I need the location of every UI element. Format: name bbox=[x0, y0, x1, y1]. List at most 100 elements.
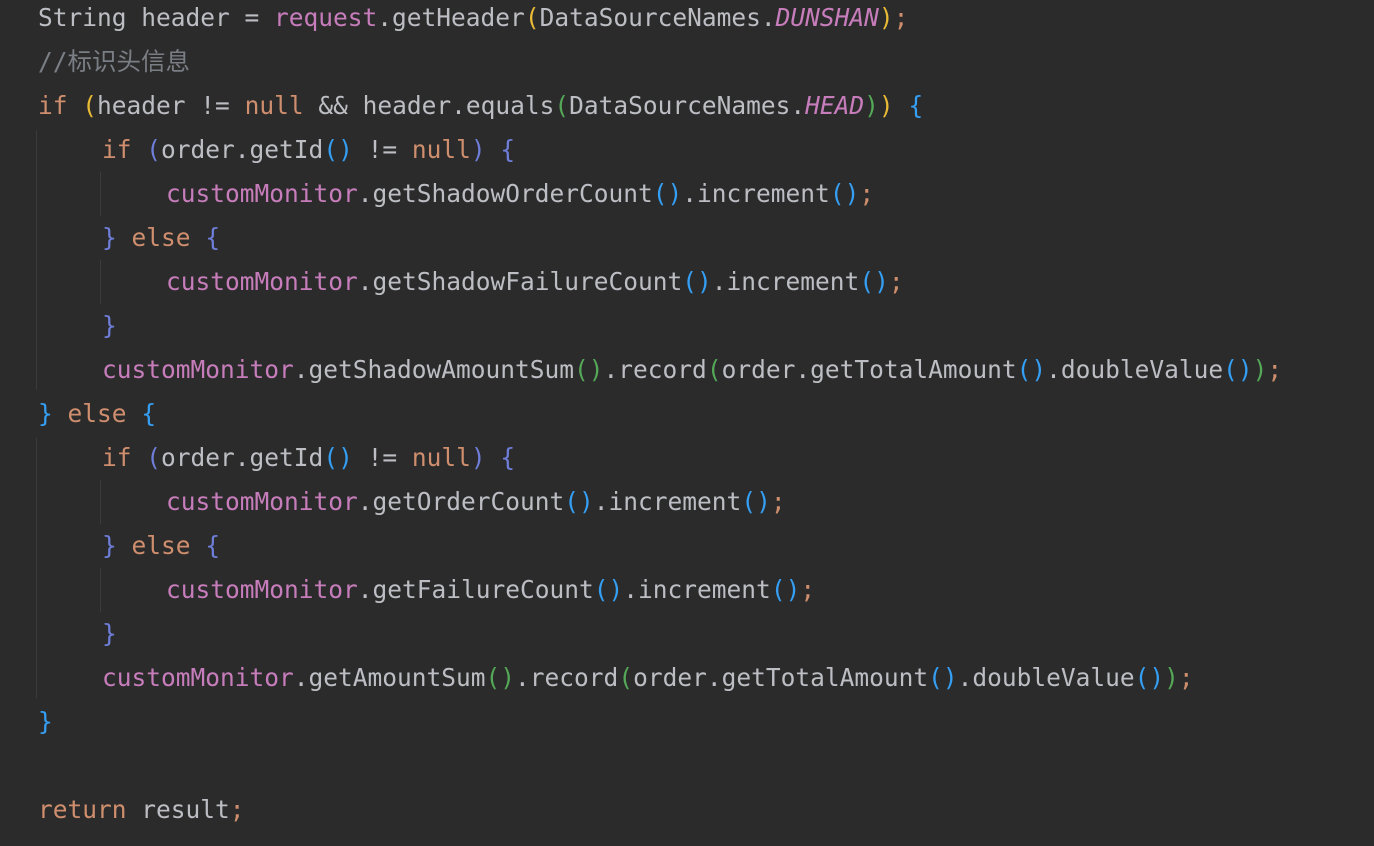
code-token: ; bbox=[893, 3, 909, 32]
code-token: DataSourceNames. bbox=[569, 91, 806, 120]
code-token: () bbox=[770, 575, 801, 604]
code-token: ) bbox=[470, 443, 486, 472]
code-token: customMonitor bbox=[166, 487, 358, 516]
code-token: String bbox=[38, 3, 127, 32]
code-line[interactable]: customMonitor.getOrderCount().increment(… bbox=[166, 484, 786, 528]
code-token: ; bbox=[1267, 355, 1283, 384]
code-token: result bbox=[126, 795, 230, 824]
code-token: && header.equals bbox=[303, 91, 555, 120]
code-token: .getAmountSum bbox=[293, 663, 486, 692]
code-line[interactable]: customMonitor.getShadowAmountSum().recor… bbox=[102, 352, 1282, 396]
code-token: .increment bbox=[623, 575, 771, 604]
code-token: != bbox=[352, 443, 412, 472]
code-token: order.getId bbox=[161, 135, 324, 164]
code-token: .getHeader bbox=[377, 3, 525, 32]
code-editor[interactable]: String header = request.getHeader(DataSo… bbox=[0, 0, 1374, 846]
code-token: order.getTotalAmount bbox=[633, 663, 929, 692]
code-token: () bbox=[1223, 355, 1253, 384]
code-token: order.getId bbox=[161, 443, 324, 472]
code-token: ) bbox=[1164, 663, 1179, 692]
code-token: { bbox=[205, 223, 221, 252]
code-token: () bbox=[928, 663, 958, 692]
code-token: .record bbox=[603, 355, 707, 384]
code-token: //标识头信息 bbox=[38, 47, 190, 76]
code-token: .record bbox=[515, 663, 619, 692]
code-token: else bbox=[131, 531, 191, 560]
code-line[interactable]: if (header != null && header.equals(Data… bbox=[38, 88, 923, 132]
code-token: ) bbox=[1252, 355, 1268, 384]
code-token: request bbox=[274, 3, 378, 32]
code-token: { bbox=[205, 531, 221, 560]
code-token: { bbox=[500, 443, 516, 472]
code-token: customMonitor bbox=[166, 267, 358, 296]
code-line[interactable]: } bbox=[102, 308, 117, 352]
code-token: header = bbox=[126, 3, 275, 32]
indent-guide bbox=[100, 480, 101, 524]
code-token: () bbox=[593, 575, 624, 604]
code-token: } bbox=[102, 619, 117, 648]
code-token: ( bbox=[554, 91, 570, 120]
code-token: ) bbox=[878, 91, 894, 120]
code-token: } bbox=[102, 311, 117, 340]
code-token: () bbox=[485, 663, 516, 692]
code-token: if bbox=[38, 91, 68, 120]
code-token: () bbox=[1016, 355, 1047, 384]
code-line[interactable]: String header = request.getHeader(DataSo… bbox=[38, 0, 908, 44]
code-token: ; bbox=[1178, 663, 1194, 692]
code-token: else bbox=[131, 223, 191, 252]
code-token: () bbox=[323, 443, 353, 472]
code-line[interactable]: //标识头信息 bbox=[38, 44, 190, 88]
code-token: DUNSHAN bbox=[775, 3, 879, 32]
code-line[interactable]: } else { bbox=[102, 528, 220, 572]
code-token: ; bbox=[229, 795, 245, 824]
code-token: ; bbox=[770, 487, 786, 516]
code-line[interactable]: if (order.getId() != null) { bbox=[102, 440, 515, 484]
code-token: ; bbox=[888, 267, 904, 296]
code-token: customMonitor bbox=[166, 575, 358, 604]
code-token: .increment bbox=[682, 179, 830, 208]
code-token: DataSourceNames. bbox=[539, 3, 776, 32]
code-token: customMonitor bbox=[102, 663, 294, 692]
code-token: { bbox=[908, 91, 924, 120]
indent-guide bbox=[100, 260, 101, 304]
code-token: null bbox=[411, 443, 471, 472]
code-token: () bbox=[829, 179, 860, 208]
code-token: () bbox=[652, 179, 683, 208]
code-token: ( bbox=[82, 91, 98, 120]
code-token: ) bbox=[470, 135, 486, 164]
code-token: } bbox=[38, 399, 53, 428]
code-token: { bbox=[141, 399, 157, 428]
code-line[interactable]: } bbox=[38, 704, 53, 748]
code-line[interactable]: } bbox=[102, 616, 117, 660]
code-line[interactable]: } else { bbox=[102, 220, 220, 264]
code-line[interactable]: customMonitor.getAmountSum().record(orde… bbox=[102, 660, 1194, 704]
code-line[interactable]: } else { bbox=[38, 396, 156, 440]
code-token: ) bbox=[864, 91, 879, 120]
code-token: } bbox=[102, 223, 117, 252]
code-token: null bbox=[244, 91, 304, 120]
code-line[interactable]: if (order.getId() != null) { bbox=[102, 132, 515, 176]
code-token: HEAD bbox=[805, 91, 865, 120]
code-token: if bbox=[102, 443, 132, 472]
code-line[interactable]: customMonitor.getShadowOrderCount().incr… bbox=[166, 176, 874, 220]
code-token: .increment bbox=[711, 267, 860, 296]
indent-guide bbox=[100, 172, 101, 216]
code-token: () bbox=[1134, 663, 1165, 692]
code-line[interactable]: customMonitor.getShadowFailureCount().in… bbox=[166, 264, 904, 308]
code-token: .getShadowOrderCount bbox=[357, 179, 653, 208]
indent-guide bbox=[100, 568, 101, 612]
code-line[interactable]: return result; bbox=[38, 792, 245, 836]
code-line[interactable]: customMonitor.getFailureCount().incremen… bbox=[166, 572, 815, 616]
code-token: .doubleValue bbox=[1046, 355, 1224, 384]
code-token: != bbox=[352, 135, 412, 164]
code-token: ( bbox=[146, 443, 162, 472]
indent-guide bbox=[36, 130, 37, 390]
